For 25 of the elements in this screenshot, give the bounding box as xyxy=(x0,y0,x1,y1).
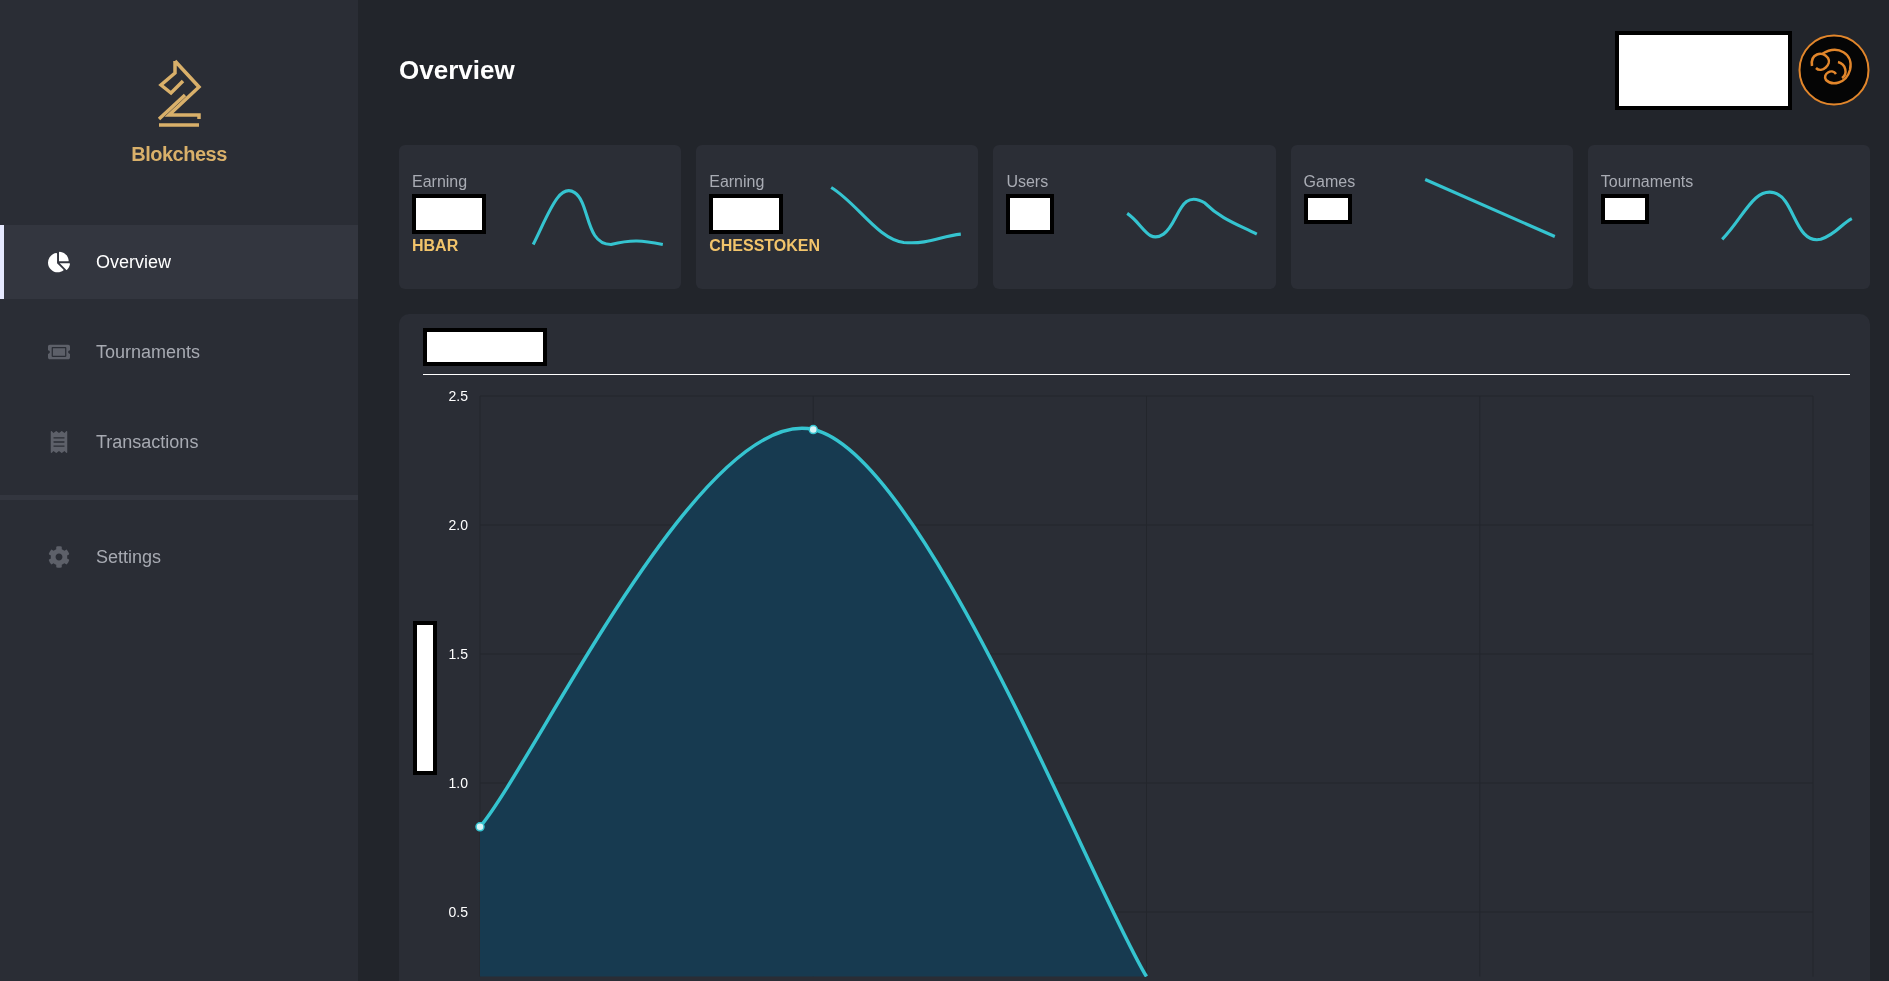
currency-label: CHESSTOKEN xyxy=(709,237,821,255)
avatar-icon[interactable] xyxy=(1798,34,1870,106)
card-title: Users xyxy=(1006,173,1049,191)
card-title: Games xyxy=(1303,173,1356,191)
card-title: Earning xyxy=(412,173,468,191)
brand-name: Blokchess xyxy=(131,143,227,166)
nav-item[interactable]: Settings xyxy=(0,520,358,594)
gear-icon xyxy=(48,546,70,568)
axis-tick-label: 1.5 xyxy=(448,646,468,662)
redacted-box xyxy=(1600,194,1649,224)
currency-label: HBAR xyxy=(412,237,459,255)
axis-tick-label: 2.0 xyxy=(448,517,468,533)
axis-tick-label: 0.5 xyxy=(448,904,468,920)
page-title: Overview xyxy=(399,54,515,86)
receipt-icon xyxy=(48,431,70,453)
redacted-box xyxy=(1006,194,1055,234)
card-title: Tournaments xyxy=(1600,173,1694,191)
pie-chart-icon xyxy=(48,251,70,273)
axis-tick-label: 2.5 xyxy=(448,388,468,404)
nav-item[interactable]: Tournaments xyxy=(0,315,358,389)
card-title: Earning xyxy=(709,173,765,191)
axis-tick-label: 1.0 xyxy=(448,775,468,791)
redacted-box xyxy=(1303,194,1352,224)
nav-item[interactable]: Transactions xyxy=(0,405,358,479)
nav-item[interactable]: Overview xyxy=(0,225,358,299)
